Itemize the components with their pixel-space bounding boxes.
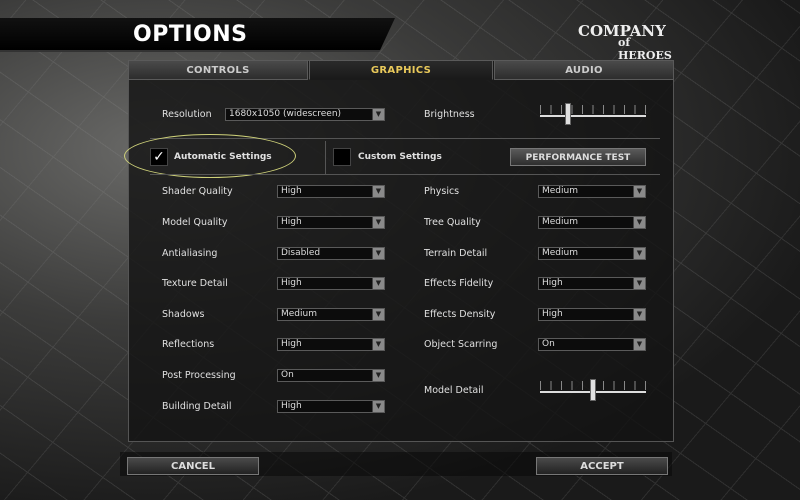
- tab-graphics[interactable]: GRAPHICS: [309, 60, 493, 80]
- terrain-detail-dropdown[interactable]: Medium ▼: [538, 247, 646, 260]
- post-processing-label: Post Processing: [162, 370, 236, 381]
- accept-button[interactable]: ACCEPT: [536, 457, 668, 475]
- model-detail-label: Model Detail: [424, 385, 484, 396]
- chevron-down-icon: ▼: [633, 339, 645, 350]
- effects-density-label: Effects Density: [424, 309, 496, 320]
- building-detail-label: Building Detail: [162, 401, 232, 412]
- chevron-down-icon: ▼: [633, 186, 645, 197]
- effects-fidelity-dropdown[interactable]: High ▼: [538, 277, 646, 290]
- antialiasing-label: Antialiasing: [162, 248, 218, 259]
- custom-settings-label: Custom Settings: [358, 152, 442, 162]
- page-title: OPTIONS: [133, 22, 248, 47]
- vertical-divider: [325, 141, 326, 175]
- chevron-down-icon: ▼: [372, 370, 384, 381]
- dropdown-value: High: [281, 217, 302, 227]
- texture-detail-dropdown[interactable]: High ▼: [277, 277, 385, 290]
- slider-track: [540, 115, 646, 117]
- tab-bar: CONTROLS GRAPHICS AUDIO: [128, 60, 674, 80]
- chevron-down-icon: ▼: [372, 339, 384, 350]
- chevron-down-icon: ▼: [633, 278, 645, 289]
- logo-line-2: of HEROES: [618, 36, 672, 62]
- physics-dropdown[interactable]: Medium ▼: [538, 185, 646, 198]
- chevron-down-icon: ▼: [372, 309, 384, 320]
- dropdown-value: High: [281, 401, 302, 411]
- resolution-value: 1680x1050 (widescreen): [229, 109, 342, 119]
- resolution-label: Resolution: [162, 109, 212, 120]
- reflections-dropdown[interactable]: High ▼: [277, 338, 385, 351]
- terrain-detail-label: Terrain Detail: [424, 248, 488, 259]
- dropdown-value: Medium: [542, 217, 578, 227]
- shader-quality-dropdown[interactable]: High ▼: [277, 185, 385, 198]
- dropdown-value: High: [542, 278, 563, 288]
- divider: [150, 174, 660, 175]
- dropdown-value: High: [281, 339, 302, 349]
- model-detail-slider[interactable]: [540, 377, 646, 401]
- dropdown-value: On: [542, 339, 555, 349]
- custom-settings-checkbox[interactable]: [333, 148, 351, 166]
- tree-quality-label: Tree Quality: [424, 217, 481, 228]
- dropdown-value: High: [281, 186, 302, 196]
- chevron-down-icon: ▼: [372, 186, 384, 197]
- reflections-label: Reflections: [162, 339, 215, 350]
- model-quality-dropdown[interactable]: High ▼: [277, 216, 385, 229]
- chevron-down-icon: ▼: [372, 248, 384, 259]
- texture-detail-label: Texture Detail: [162, 278, 228, 289]
- chevron-down-icon: ▼: [372, 401, 384, 412]
- resolution-dropdown[interactable]: 1680x1050 (widescreen) ▼: [225, 108, 385, 121]
- brightness-slider-knob[interactable]: [565, 103, 571, 125]
- chevron-down-icon: ▼: [633, 248, 645, 259]
- dropdown-value: On: [281, 370, 294, 380]
- effects-density-dropdown[interactable]: High ▼: [538, 308, 646, 321]
- dropdown-value: Medium: [542, 186, 578, 196]
- chevron-down-icon: ▼: [633, 309, 645, 320]
- automatic-settings-checkbox[interactable]: ✓: [150, 148, 168, 166]
- object-scarring-dropdown[interactable]: On ▼: [538, 338, 646, 351]
- effects-fidelity-label: Effects Fidelity: [424, 278, 494, 289]
- brightness-slider[interactable]: [540, 101, 646, 125]
- dropdown-value: High: [281, 278, 302, 288]
- building-detail-dropdown[interactable]: High ▼: [277, 400, 385, 413]
- physics-label: Physics: [424, 186, 460, 197]
- slider-ticks: [540, 105, 646, 114]
- dropdown-value: Medium: [281, 309, 317, 319]
- dropdown-value: Disabled: [281, 248, 321, 258]
- performance-test-button[interactable]: PERFORMANCE TEST: [510, 148, 646, 166]
- brightness-label: Brightness: [424, 109, 475, 120]
- tree-quality-dropdown[interactable]: Medium ▼: [538, 216, 646, 229]
- dropdown-value: Medium: [542, 248, 578, 258]
- shadows-label: Shadows: [162, 309, 205, 320]
- shadows-dropdown[interactable]: Medium ▼: [277, 308, 385, 321]
- cancel-button[interactable]: CANCEL: [127, 457, 259, 475]
- antialiasing-dropdown[interactable]: Disabled ▼: [277, 247, 385, 260]
- dropdown-value: High: [542, 309, 563, 319]
- chevron-down-icon: ▼: [633, 217, 645, 228]
- model-detail-slider-knob[interactable]: [590, 379, 596, 401]
- object-scarring-label: Object Scarring: [424, 339, 498, 350]
- chevron-down-icon: ▼: [372, 278, 384, 289]
- tab-controls[interactable]: CONTROLS: [128, 60, 308, 80]
- game-logo: COMPANY of HEROES: [578, 22, 678, 62]
- tab-audio[interactable]: AUDIO: [494, 60, 674, 80]
- post-processing-dropdown[interactable]: On ▼: [277, 369, 385, 382]
- automatic-settings-label: Automatic Settings: [174, 152, 272, 162]
- model-quality-label: Model Quality: [162, 217, 228, 228]
- chevron-down-icon: ▼: [372, 109, 384, 120]
- chevron-down-icon: ▼: [372, 217, 384, 228]
- shader-quality-label: Shader Quality: [162, 186, 233, 197]
